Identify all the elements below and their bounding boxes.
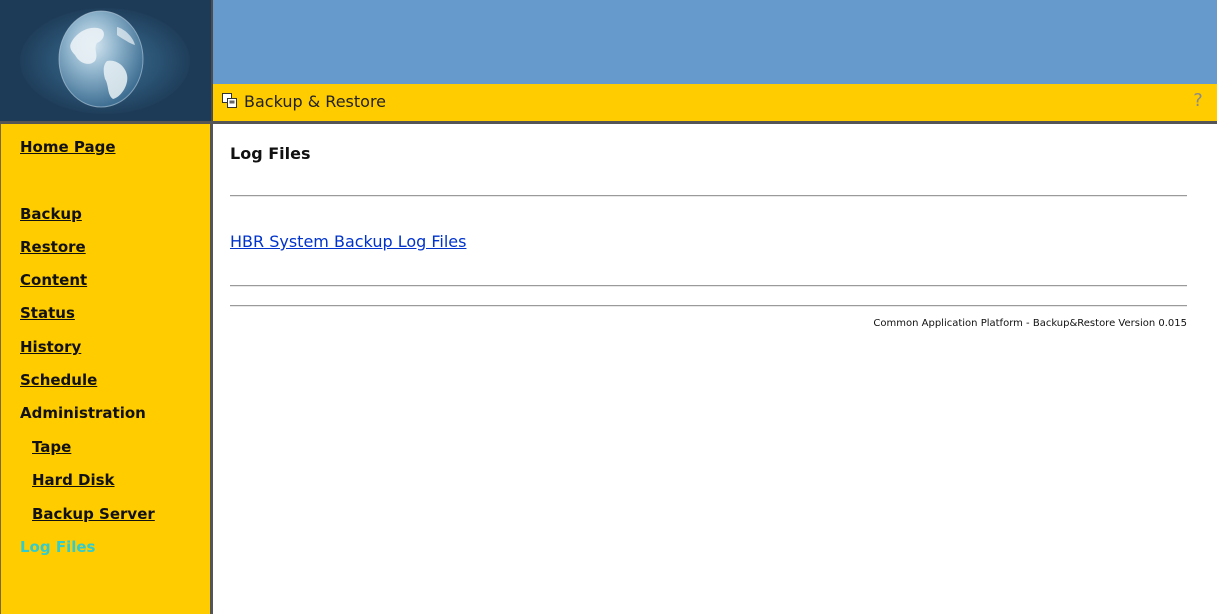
backup-restore-icon xyxy=(222,93,237,108)
nav-administration-label: Administration xyxy=(20,404,146,422)
nav-restore[interactable]: Restore xyxy=(20,238,86,256)
page-title: Log Files xyxy=(230,144,311,163)
nav-backup[interactable]: Backup xyxy=(20,205,82,223)
version-footer: Common Application Platform - Backup&Res… xyxy=(873,318,1187,329)
header-band xyxy=(213,0,1217,84)
nav-home-page[interactable]: Home Page xyxy=(20,138,116,156)
divider-top xyxy=(230,195,1187,197)
nav-history[interactable]: History xyxy=(20,338,81,356)
sidebar-nav: Home Page Backup Restore Content Status … xyxy=(0,124,213,614)
globe-logo-icon xyxy=(58,10,144,108)
divider-middle xyxy=(230,285,1187,287)
main-content: Log Files HBR System Backup Log Files Co… xyxy=(216,124,1217,614)
app-title: Backup & Restore xyxy=(244,92,387,111)
nav-schedule[interactable]: Schedule xyxy=(20,371,97,389)
title-bar: Backup & Restore ? xyxy=(213,84,1217,121)
nav-admin-backup-server[interactable]: Backup Server xyxy=(32,505,155,523)
sidebar-edge xyxy=(0,124,1,614)
nav-admin-tape[interactable]: Tape xyxy=(32,438,71,456)
hbr-system-backup-log-files-link[interactable]: HBR System Backup Log Files xyxy=(230,232,466,251)
help-icon[interactable]: ? xyxy=(1191,90,1205,112)
nav-content[interactable]: Content xyxy=(20,271,87,289)
nav-admin-hard-disk[interactable]: Hard Disk xyxy=(32,471,115,489)
divider-bottom xyxy=(230,305,1187,307)
nav-status[interactable]: Status xyxy=(20,304,75,322)
nav-log-files-active[interactable]: Log Files xyxy=(20,538,95,556)
logo-panel xyxy=(0,0,213,121)
